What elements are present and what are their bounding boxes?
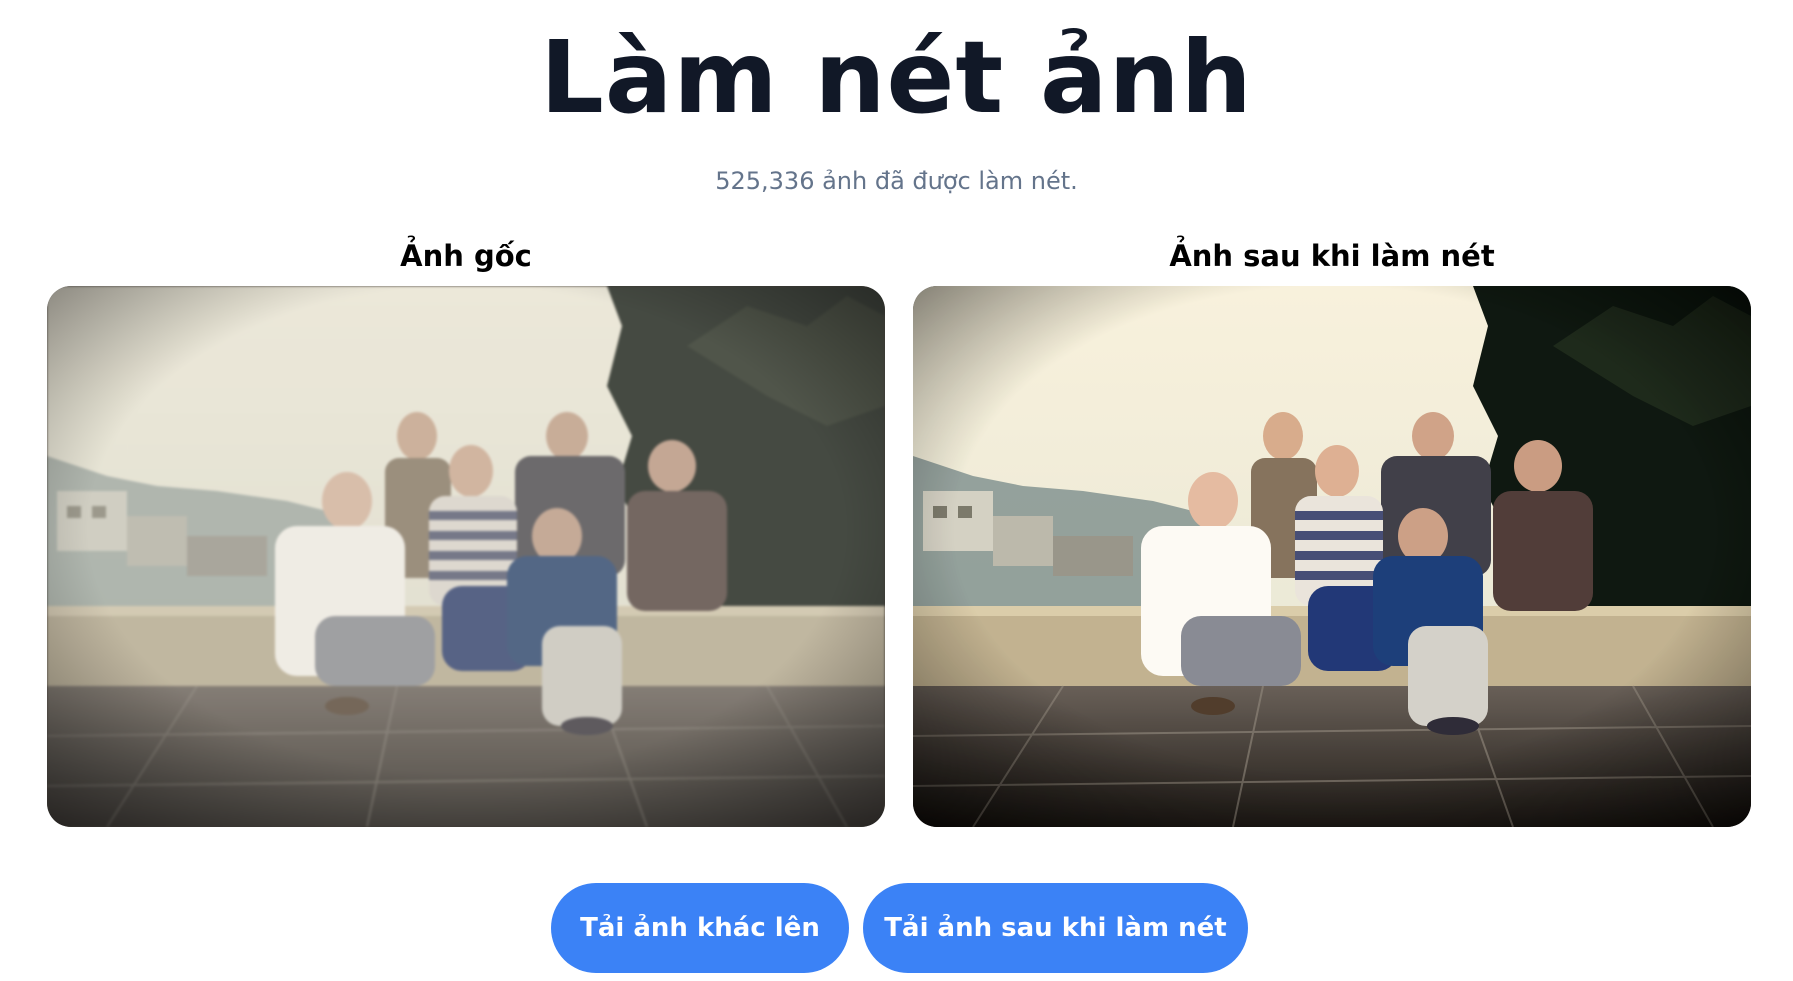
- enhanced-photo: [913, 286, 1751, 827]
- enhanced-count-text: 525,336 ảnh đã được làm nét.: [715, 167, 1078, 195]
- enhanced-photo-image: [913, 286, 1751, 827]
- page-title: Làm nét ảnh: [540, 19, 1253, 136]
- download-enhanced-button[interactable]: Tải ảnh sau khi làm nét: [863, 883, 1248, 973]
- original-photo: [47, 286, 885, 827]
- original-image-label: Ảnh gốc: [400, 239, 532, 273]
- upload-another-button[interactable]: Tải ảnh khác lên: [551, 883, 849, 973]
- original-photo-image: [47, 286, 885, 827]
- page: Làm nét ảnh 525,336 ảnh đã được làm nét.…: [0, 0, 1793, 981]
- enhanced-image-label: Ảnh sau khi làm nét: [1169, 239, 1495, 273]
